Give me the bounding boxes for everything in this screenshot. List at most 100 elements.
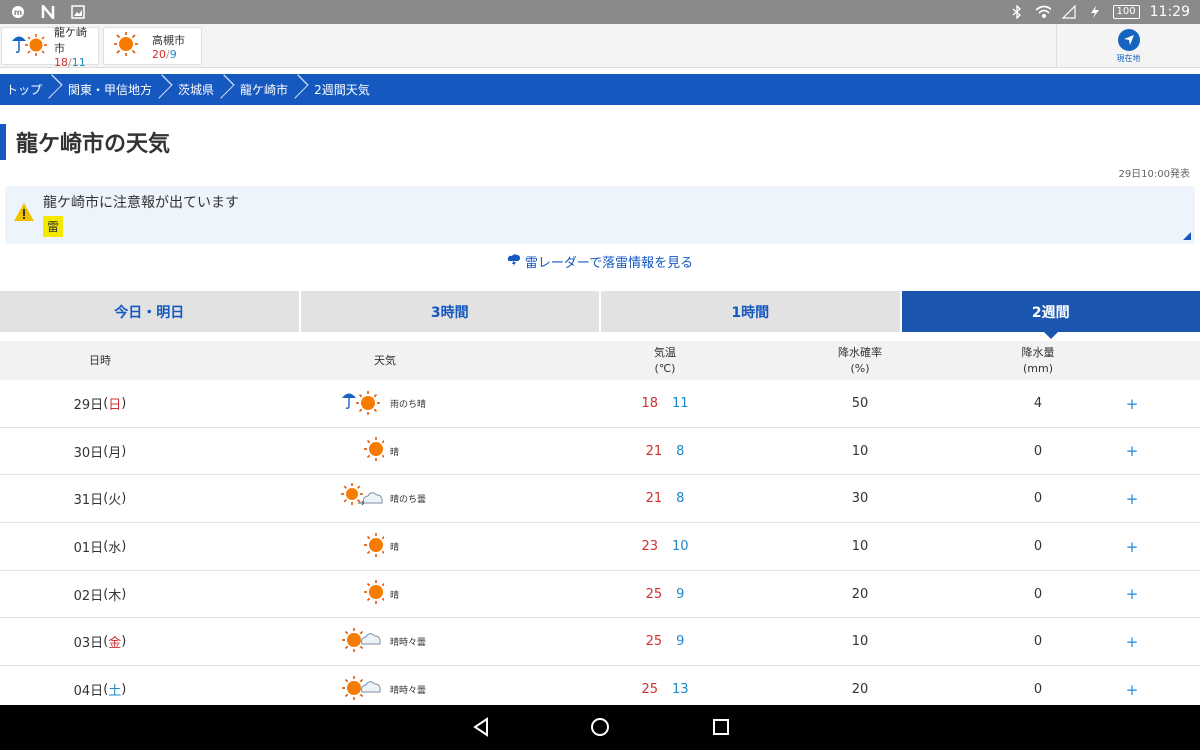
row-weather-label: 雨のち晴 xyxy=(390,400,427,410)
battery-indicator: 100 xyxy=(1112,5,1140,19)
issued-time: 29日10:00発表 xyxy=(1118,169,1190,180)
row-weather: 晴時々曇 xyxy=(300,618,460,665)
navigation-arrow-icon xyxy=(1117,28,1140,51)
location-card-ryugasaki[interactable]: 龍ケ崎市 18/11 xyxy=(1,25,99,69)
row-weather: 晴のち曇 xyxy=(300,475,460,522)
row-temp: 21 8 xyxy=(620,428,710,475)
row-weather-label: 晴 xyxy=(390,590,400,601)
location-low: 11 xyxy=(71,55,86,69)
tab-3hour[interactable]: 3時間 xyxy=(300,291,599,332)
warning-box[interactable]: 龍ケ崎市に注意報が出ています 雷 xyxy=(5,186,1195,244)
svg-text:m: m xyxy=(14,8,22,17)
sun-icon xyxy=(340,578,388,610)
row-date: 02日(木) xyxy=(73,586,127,604)
android-nav-bar xyxy=(0,705,1200,750)
sun-icon xyxy=(340,435,388,467)
expand-corner-icon xyxy=(1183,232,1191,240)
row-weather: 雨のち晴 xyxy=(300,380,460,427)
row-day-of-week: 木 xyxy=(108,588,122,604)
breadcrumb-top[interactable]: トップ xyxy=(0,74,62,105)
row-pop: 20 xyxy=(851,586,869,602)
location-high: 18 xyxy=(54,55,68,69)
breadcrumb-ryugasaki[interactable]: 龍ケ崎市 xyxy=(234,74,308,105)
location-name: 龍ケ崎市 xyxy=(54,25,87,55)
current-location-label: 現在地 xyxy=(1116,53,1141,63)
wifi-icon xyxy=(1035,4,1051,20)
tab-2week[interactable]: 2週間 xyxy=(901,291,1200,339)
notification-m-icon: m xyxy=(10,4,26,20)
row-weather: 晴 xyxy=(300,428,460,475)
expand-plus-icon[interactable]: + xyxy=(1112,618,1152,665)
row-weather: 晴 xyxy=(300,523,460,570)
warning-text: 龍ケ崎市に注意報が出ています xyxy=(43,195,239,211)
row-temp: 18 11 xyxy=(620,380,710,427)
location-high: 20 xyxy=(152,47,166,61)
row-pop: 50 xyxy=(851,396,869,411)
row-date: 29日(日) xyxy=(73,396,127,413)
back-icon[interactable] xyxy=(472,717,490,741)
row-low: 8 xyxy=(676,443,685,459)
row-rain: 0 xyxy=(1033,539,1043,555)
table-row[interactable]: 03日(金) 晴時々曇 25 9 10 0 + xyxy=(0,618,1200,667)
status-bar: m 100 11:29 xyxy=(0,0,1200,24)
header-rain: 降水量 (mm) xyxy=(1021,345,1055,375)
table-row[interactable]: 02日(木) 晴 25 9 20 0 + xyxy=(0,571,1200,619)
table-row[interactable]: 29日(日) 雨のち晴 18 11 50 4 + xyxy=(0,380,1200,428)
row-day-of-week: 土 xyxy=(108,684,122,700)
expand-plus-icon[interactable]: + xyxy=(1112,523,1152,570)
row-rain: 0 xyxy=(1033,443,1043,459)
row-pop: 10 xyxy=(851,443,869,459)
bluetooth-icon xyxy=(1009,4,1025,20)
location-name: 高槻市 xyxy=(152,33,185,47)
sun-sometimes-cloud-icon xyxy=(340,674,384,706)
row-high: 23 xyxy=(641,539,658,555)
row-weather-label: 晴時々曇 xyxy=(390,686,427,697)
row-date: 01日(水) xyxy=(73,539,127,557)
row-rain: 4 xyxy=(1033,396,1043,411)
row-day-of-week: 月 xyxy=(108,445,122,461)
tab-today-tomorrow[interactable]: 今日・明日 xyxy=(0,291,299,332)
row-date: 03日(金) xyxy=(73,634,127,652)
row-weather-label: 晴 xyxy=(390,447,400,458)
table-row[interactable]: 30日(月) 晴 21 8 10 0 + xyxy=(0,428,1200,476)
recents-icon[interactable] xyxy=(712,717,730,741)
signal-icon xyxy=(1061,4,1077,20)
tab-1hour[interactable]: 1時間 xyxy=(601,291,900,332)
sun-icon xyxy=(340,531,388,563)
row-low: 13 xyxy=(672,682,689,698)
row-day-of-week: 金 xyxy=(108,636,122,652)
expand-plus-icon[interactable]: + xyxy=(1112,475,1152,522)
row-date: 31日(火) xyxy=(73,491,127,509)
row-pop: 10 xyxy=(851,539,869,555)
table-row[interactable]: 31日(火) 晴のち曇 21 8 30 0 + xyxy=(0,475,1200,524)
location-card-takatsuki[interactable]: 高槻市 20/9 xyxy=(103,27,202,65)
breadcrumb-2week: 2週間天気 xyxy=(314,83,370,97)
row-temp: 21 8 xyxy=(620,475,710,522)
thunder-radar-link-text: 雷レーダーで落雷情報を見る xyxy=(524,256,694,271)
header-weather: 天気 xyxy=(374,353,396,367)
page-title: 龍ケ崎市の天気 xyxy=(16,132,171,157)
expand-plus-icon[interactable]: + xyxy=(1112,571,1152,618)
row-temp: 23 10 xyxy=(620,523,710,570)
charging-icon xyxy=(1087,4,1103,20)
expand-plus-icon[interactable]: + xyxy=(1112,380,1152,427)
breadcrumb: トップ 関東・甲信地方 茨城県 龍ケ崎市 2週間天気 xyxy=(0,74,1200,105)
thunder-cloud-icon xyxy=(507,254,521,271)
warning-badge-thunder: 雷 xyxy=(43,216,64,237)
current-location-button[interactable]: 現在地 xyxy=(1056,24,1200,68)
row-temp: 25 9 xyxy=(620,618,710,665)
breadcrumb-ibaraki[interactable]: 茨城県 xyxy=(172,74,234,105)
notification-image-icon xyxy=(70,4,86,20)
row-weather-label: 晴のち曇 xyxy=(390,495,427,506)
table-row[interactable]: 01日(水) 晴 23 10 10 0 + xyxy=(0,523,1200,571)
page-title-bar: 龍ケ崎市の天気 xyxy=(0,124,170,160)
sun-icon xyxy=(112,30,140,62)
thunder-radar-link[interactable]: 雷レーダーで落雷情報を見る xyxy=(0,252,1200,271)
sun-then-cloud-icon xyxy=(340,482,384,515)
expand-plus-icon[interactable]: + xyxy=(1112,428,1152,475)
row-low: 9 xyxy=(676,586,685,602)
breadcrumb-kanto[interactable]: 関東・甲信地方 xyxy=(62,74,172,105)
row-low: 10 xyxy=(672,539,689,555)
rain-then-sun-icon xyxy=(340,388,384,420)
home-icon[interactable] xyxy=(590,717,610,741)
